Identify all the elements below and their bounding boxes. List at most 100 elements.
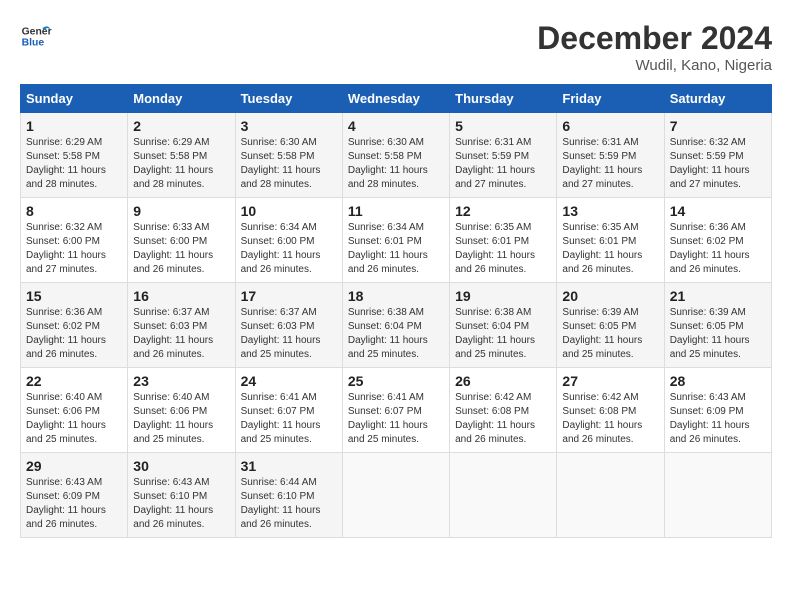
- calendar-cell: 30 Sunrise: 6:43 AMSunset: 6:10 PMDaylig…: [128, 453, 235, 538]
- weekday-header-sunday: Sunday: [21, 85, 128, 113]
- calendar-cell: 21 Sunrise: 6:39 AMSunset: 6:05 PMDaylig…: [664, 283, 771, 368]
- calendar-cell: [450, 453, 557, 538]
- calendar-cell: 17 Sunrise: 6:37 AMSunset: 6:03 PMDaylig…: [235, 283, 342, 368]
- location: Wudil, Kano, Nigeria: [537, 57, 772, 74]
- calendar-cell: 8 Sunrise: 6:32 AMSunset: 6:00 PMDayligh…: [21, 198, 128, 283]
- calendar-week-2: 8 Sunrise: 6:32 AMSunset: 6:00 PMDayligh…: [21, 198, 772, 283]
- day-number: 5: [455, 118, 551, 134]
- day-info: Sunrise: 6:36 AMSunset: 6:02 PMDaylight:…: [670, 222, 750, 275]
- calendar-cell: [664, 453, 771, 538]
- calendar-cell: 5 Sunrise: 6:31 AMSunset: 5:59 PMDayligh…: [450, 113, 557, 198]
- calendar-cell: 31 Sunrise: 6:44 AMSunset: 6:10 PMDaylig…: [235, 453, 342, 538]
- calendar-cell: [557, 453, 664, 538]
- title-block: December 2024 Wudil, Kano, Nigeria: [537, 20, 772, 74]
- day-info: Sunrise: 6:32 AMSunset: 6:00 PMDaylight:…: [26, 222, 106, 275]
- day-number: 21: [670, 288, 766, 304]
- day-number: 28: [670, 373, 766, 389]
- day-info: Sunrise: 6:35 AMSunset: 6:01 PMDaylight:…: [562, 222, 642, 275]
- calendar-week-4: 22 Sunrise: 6:40 AMSunset: 6:06 PMDaylig…: [21, 368, 772, 453]
- calendar-cell: 3 Sunrise: 6:30 AMSunset: 5:58 PMDayligh…: [235, 113, 342, 198]
- day-info: Sunrise: 6:40 AMSunset: 6:06 PMDaylight:…: [26, 392, 106, 445]
- calendar-cell: 12 Sunrise: 6:35 AMSunset: 6:01 PMDaylig…: [450, 198, 557, 283]
- day-number: 23: [133, 373, 229, 389]
- day-info: Sunrise: 6:33 AMSunset: 6:00 PMDaylight:…: [133, 222, 213, 275]
- day-info: Sunrise: 6:43 AMSunset: 6:09 PMDaylight:…: [26, 477, 106, 530]
- day-info: Sunrise: 6:39 AMSunset: 6:05 PMDaylight:…: [562, 307, 642, 360]
- calendar-week-3: 15 Sunrise: 6:36 AMSunset: 6:02 PMDaylig…: [21, 283, 772, 368]
- day-number: 17: [241, 288, 337, 304]
- day-number: 29: [26, 458, 122, 474]
- day-number: 25: [348, 373, 444, 389]
- day-info: Sunrise: 6:40 AMSunset: 6:06 PMDaylight:…: [133, 392, 213, 445]
- calendar-cell: 6 Sunrise: 6:31 AMSunset: 5:59 PMDayligh…: [557, 113, 664, 198]
- day-info: Sunrise: 6:43 AMSunset: 6:09 PMDaylight:…: [670, 392, 750, 445]
- day-number: 15: [26, 288, 122, 304]
- calendar-cell: 22 Sunrise: 6:40 AMSunset: 6:06 PMDaylig…: [21, 368, 128, 453]
- day-number: 24: [241, 373, 337, 389]
- day-info: Sunrise: 6:30 AMSunset: 5:58 PMDaylight:…: [241, 137, 321, 190]
- day-number: 11: [348, 203, 444, 219]
- page-header: General Blue December 2024 Wudil, Kano, …: [20, 20, 772, 74]
- day-number: 27: [562, 373, 658, 389]
- day-info: Sunrise: 6:34 AMSunset: 6:00 PMDaylight:…: [241, 222, 321, 275]
- day-number: 6: [562, 118, 658, 134]
- day-number: 14: [670, 203, 766, 219]
- month-title: December 2024: [537, 20, 772, 57]
- day-info: Sunrise: 6:29 AMSunset: 5:58 PMDaylight:…: [26, 137, 106, 190]
- day-number: 4: [348, 118, 444, 134]
- day-number: 9: [133, 203, 229, 219]
- day-number: 22: [26, 373, 122, 389]
- weekday-header-friday: Friday: [557, 85, 664, 113]
- day-number: 3: [241, 118, 337, 134]
- calendar-cell: 4 Sunrise: 6:30 AMSunset: 5:58 PMDayligh…: [342, 113, 449, 198]
- weekday-header-tuesday: Tuesday: [235, 85, 342, 113]
- calendar-cell: 7 Sunrise: 6:32 AMSunset: 5:59 PMDayligh…: [664, 113, 771, 198]
- weekday-header-wednesday: Wednesday: [342, 85, 449, 113]
- day-number: 1: [26, 118, 122, 134]
- day-info: Sunrise: 6:38 AMSunset: 6:04 PMDaylight:…: [455, 307, 535, 360]
- logo: General Blue: [20, 20, 56, 52]
- calendar-cell: 25 Sunrise: 6:41 AMSunset: 6:07 PMDaylig…: [342, 368, 449, 453]
- calendar-cell: 20 Sunrise: 6:39 AMSunset: 6:05 PMDaylig…: [557, 283, 664, 368]
- calendar-cell: 2 Sunrise: 6:29 AMSunset: 5:58 PMDayligh…: [128, 113, 235, 198]
- day-info: Sunrise: 6:42 AMSunset: 6:08 PMDaylight:…: [562, 392, 642, 445]
- calendar-week-5: 29 Sunrise: 6:43 AMSunset: 6:09 PMDaylig…: [21, 453, 772, 538]
- day-number: 8: [26, 203, 122, 219]
- calendar-cell: 14 Sunrise: 6:36 AMSunset: 6:02 PMDaylig…: [664, 198, 771, 283]
- calendar-cell: 13 Sunrise: 6:35 AMSunset: 6:01 PMDaylig…: [557, 198, 664, 283]
- weekday-header-monday: Monday: [128, 85, 235, 113]
- calendar-cell: 10 Sunrise: 6:34 AMSunset: 6:00 PMDaylig…: [235, 198, 342, 283]
- day-info: Sunrise: 6:32 AMSunset: 5:59 PMDaylight:…: [670, 137, 750, 190]
- calendar-cell: 15 Sunrise: 6:36 AMSunset: 6:02 PMDaylig…: [21, 283, 128, 368]
- calendar-cell: 16 Sunrise: 6:37 AMSunset: 6:03 PMDaylig…: [128, 283, 235, 368]
- day-info: Sunrise: 6:30 AMSunset: 5:58 PMDaylight:…: [348, 137, 428, 190]
- calendar-cell: 24 Sunrise: 6:41 AMSunset: 6:07 PMDaylig…: [235, 368, 342, 453]
- day-info: Sunrise: 6:38 AMSunset: 6:04 PMDaylight:…: [348, 307, 428, 360]
- day-info: Sunrise: 6:37 AMSunset: 6:03 PMDaylight:…: [241, 307, 321, 360]
- day-info: Sunrise: 6:34 AMSunset: 6:01 PMDaylight:…: [348, 222, 428, 275]
- calendar-cell: 9 Sunrise: 6:33 AMSunset: 6:00 PMDayligh…: [128, 198, 235, 283]
- day-number: 18: [348, 288, 444, 304]
- calendar-cell: 23 Sunrise: 6:40 AMSunset: 6:06 PMDaylig…: [128, 368, 235, 453]
- day-number: 10: [241, 203, 337, 219]
- day-info: Sunrise: 6:43 AMSunset: 6:10 PMDaylight:…: [133, 477, 213, 530]
- calendar-cell: [342, 453, 449, 538]
- day-number: 20: [562, 288, 658, 304]
- calendar-cell: 28 Sunrise: 6:43 AMSunset: 6:09 PMDaylig…: [664, 368, 771, 453]
- day-info: Sunrise: 6:37 AMSunset: 6:03 PMDaylight:…: [133, 307, 213, 360]
- day-info: Sunrise: 6:31 AMSunset: 5:59 PMDaylight:…: [455, 137, 535, 190]
- day-number: 31: [241, 458, 337, 474]
- day-info: Sunrise: 6:41 AMSunset: 6:07 PMDaylight:…: [348, 392, 428, 445]
- day-info: Sunrise: 6:42 AMSunset: 6:08 PMDaylight:…: [455, 392, 535, 445]
- day-number: 12: [455, 203, 551, 219]
- day-info: Sunrise: 6:36 AMSunset: 6:02 PMDaylight:…: [26, 307, 106, 360]
- day-info: Sunrise: 6:29 AMSunset: 5:58 PMDaylight:…: [133, 137, 213, 190]
- calendar-cell: 18 Sunrise: 6:38 AMSunset: 6:04 PMDaylig…: [342, 283, 449, 368]
- day-number: 13: [562, 203, 658, 219]
- logo-icon: General Blue: [20, 20, 52, 52]
- calendar-cell: 19 Sunrise: 6:38 AMSunset: 6:04 PMDaylig…: [450, 283, 557, 368]
- calendar-cell: 11 Sunrise: 6:34 AMSunset: 6:01 PMDaylig…: [342, 198, 449, 283]
- calendar-week-1: 1 Sunrise: 6:29 AMSunset: 5:58 PMDayligh…: [21, 113, 772, 198]
- weekday-header-row: SundayMondayTuesdayWednesdayThursdayFrid…: [21, 85, 772, 113]
- day-number: 2: [133, 118, 229, 134]
